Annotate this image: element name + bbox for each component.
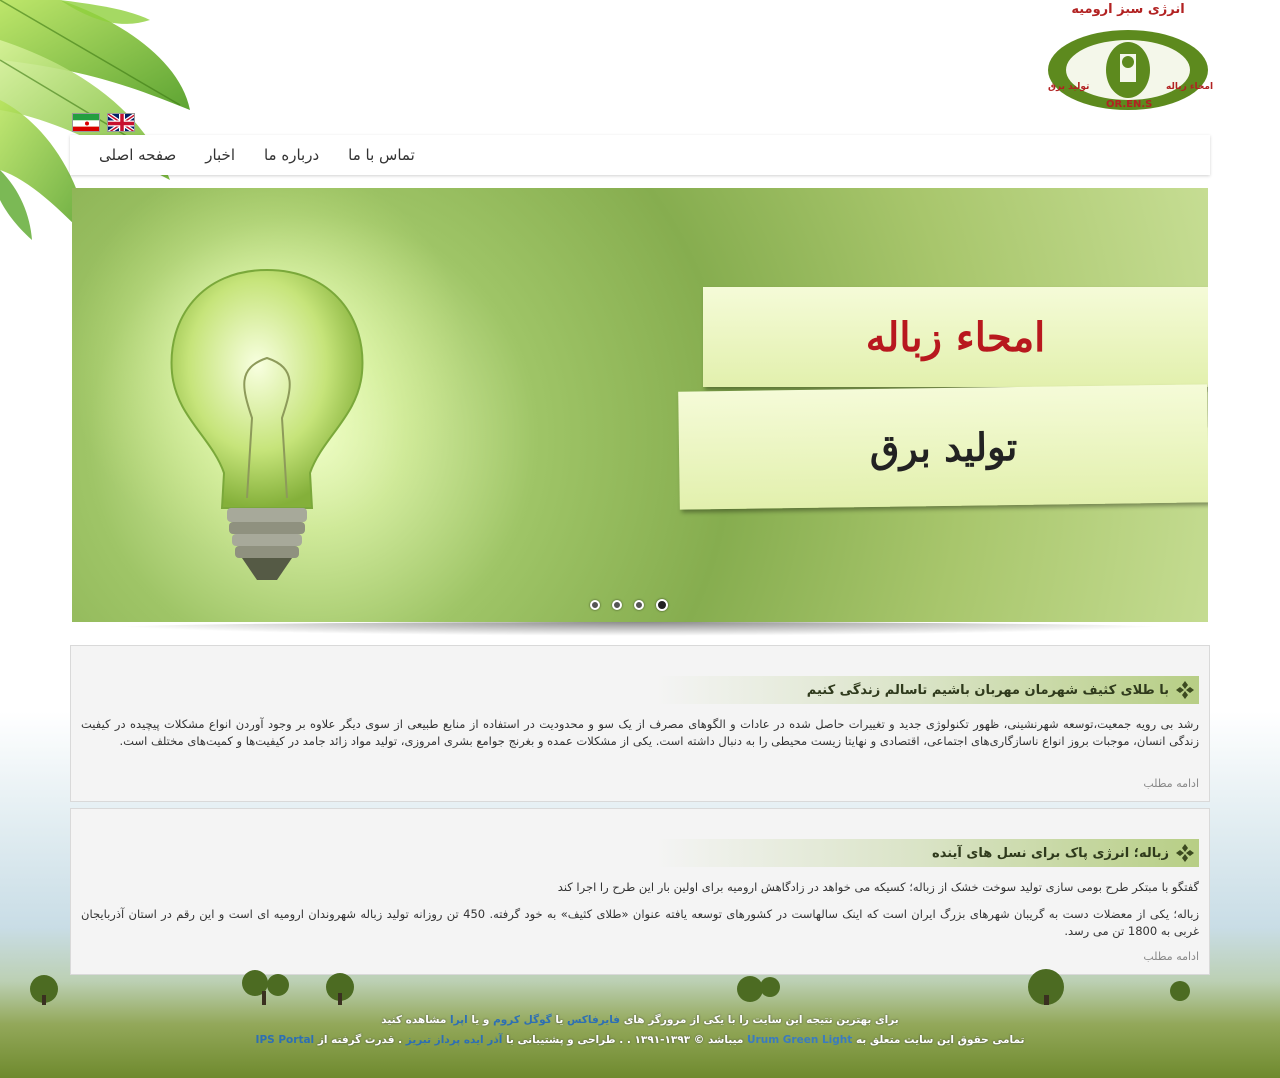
firefox-link[interactable]: فایرفاکس [567,1014,620,1026]
slider-dot-1[interactable] [656,599,668,611]
main-nav: صفحه اصلی اخبار درباره ما تماس با ما [70,135,1210,175]
article-body: زباله؛ یکی از معضلات دست به گریبان شهرها… [81,907,1199,938]
slider-pagination [590,599,668,611]
slider-dot-4[interactable] [590,600,600,610]
article-bullet-icon [1176,681,1194,699]
article-title[interactable]: زباله؛ انرژی پاک برای نسل های آینده [932,846,1169,861]
footer-text: . قدرت گرفته از [317,1034,403,1046]
footer-text: برای بهترین نتیجه این سایت را با یکی از … [623,1014,899,1026]
hero-slider[interactable]: امحاء زباله تولید برق [72,188,1208,622]
uk-flag-icon[interactable] [107,113,135,132]
brand-link[interactable]: Urum Green Light [747,1034,852,1046]
slide-banner-electricity-text: تولید برق [869,423,1018,471]
iran-flag-icon[interactable] [72,113,100,132]
logo-abbr: OR.EN.S [1106,99,1153,110]
slider-dot-3[interactable] [612,600,622,610]
slide-banner-waste: امحاء زباله [703,287,1208,387]
read-more-link[interactable]: ادامه مطلب [1143,777,1199,790]
language-switcher [72,113,135,132]
article-bullet-icon [1176,844,1194,862]
article-title[interactable]: با طلای کثیف شهرمان مهربان باشیم تاسالم … [807,683,1169,698]
article-card-1: با طلای کثیف شهرمان مهربان باشیم تاسالم … [70,645,1210,802]
designer-link[interactable]: آذر ایده پرداز تبریز [406,1034,503,1046]
nav-item-contact[interactable]: تماس با ما [348,146,415,164]
logo-text-right: امحاء زباله [1166,82,1214,92]
read-more-link[interactable]: ادامه مطلب [1143,950,1199,963]
slide-banner-electricity: تولید برق [678,384,1208,510]
footer-text: و یا [471,1014,490,1026]
footer-browser-line: برای بهترین نتیجه این سایت را با یکی از … [0,1014,1280,1026]
slide-banner-waste-text: امحاء زباله [865,313,1046,361]
article-header: با طلای کثیف شهرمان مهربان باشیم تاسالم … [655,676,1199,704]
landscape-trees [30,969,1190,1005]
site-footer: برای بهترین نتیجه این سایت را با یکی از … [0,1014,1280,1046]
footer-copyright-line: تمامی حقوق این سایت متعلق به Urum Green … [0,1034,1280,1046]
slider-dot-2[interactable] [634,600,644,610]
nav-item-news[interactable]: اخبار [205,146,235,164]
logo-text-left: تولید برق [1048,82,1090,92]
nav-item-home[interactable]: صفحه اصلی [99,146,176,164]
ips-portal-link[interactable]: IPS Portal [256,1034,315,1046]
nav-item-about[interactable]: درباره ما [264,146,319,164]
footer-text: مشاهده کنید [381,1014,447,1026]
footer-text: یا [555,1014,564,1026]
chrome-link[interactable]: گوگل کروم [493,1014,552,1026]
logo-emblem [1048,30,1208,110]
opera-link[interactable]: اپرا [450,1014,468,1026]
footer-text: میباشد © ۱۳۹۳-۱۳۹۱ . . طراحی و پشتیبانی … [505,1034,744,1046]
article-card-2: زباله؛ انرژی پاک برای نسل های آینده گفتگ… [70,808,1210,975]
article-intro: گفتگو با مبتکر طرح بومی سازی تولید سوخت … [557,880,1199,894]
article-body: رشد بی رویه جمعیت،توسعه شهرنشینی، ظهور ت… [81,717,1199,748]
site-logo[interactable]: انرژی سبز ارومیه امحاء زباله تولید برق O… [1040,2,1216,114]
article-header: زباله؛ انرژی پاک برای نسل های آینده [655,839,1199,867]
slider-shadow [80,622,1200,636]
footer-text: تمامی حقوق این سایت متعلق به [855,1034,1025,1046]
